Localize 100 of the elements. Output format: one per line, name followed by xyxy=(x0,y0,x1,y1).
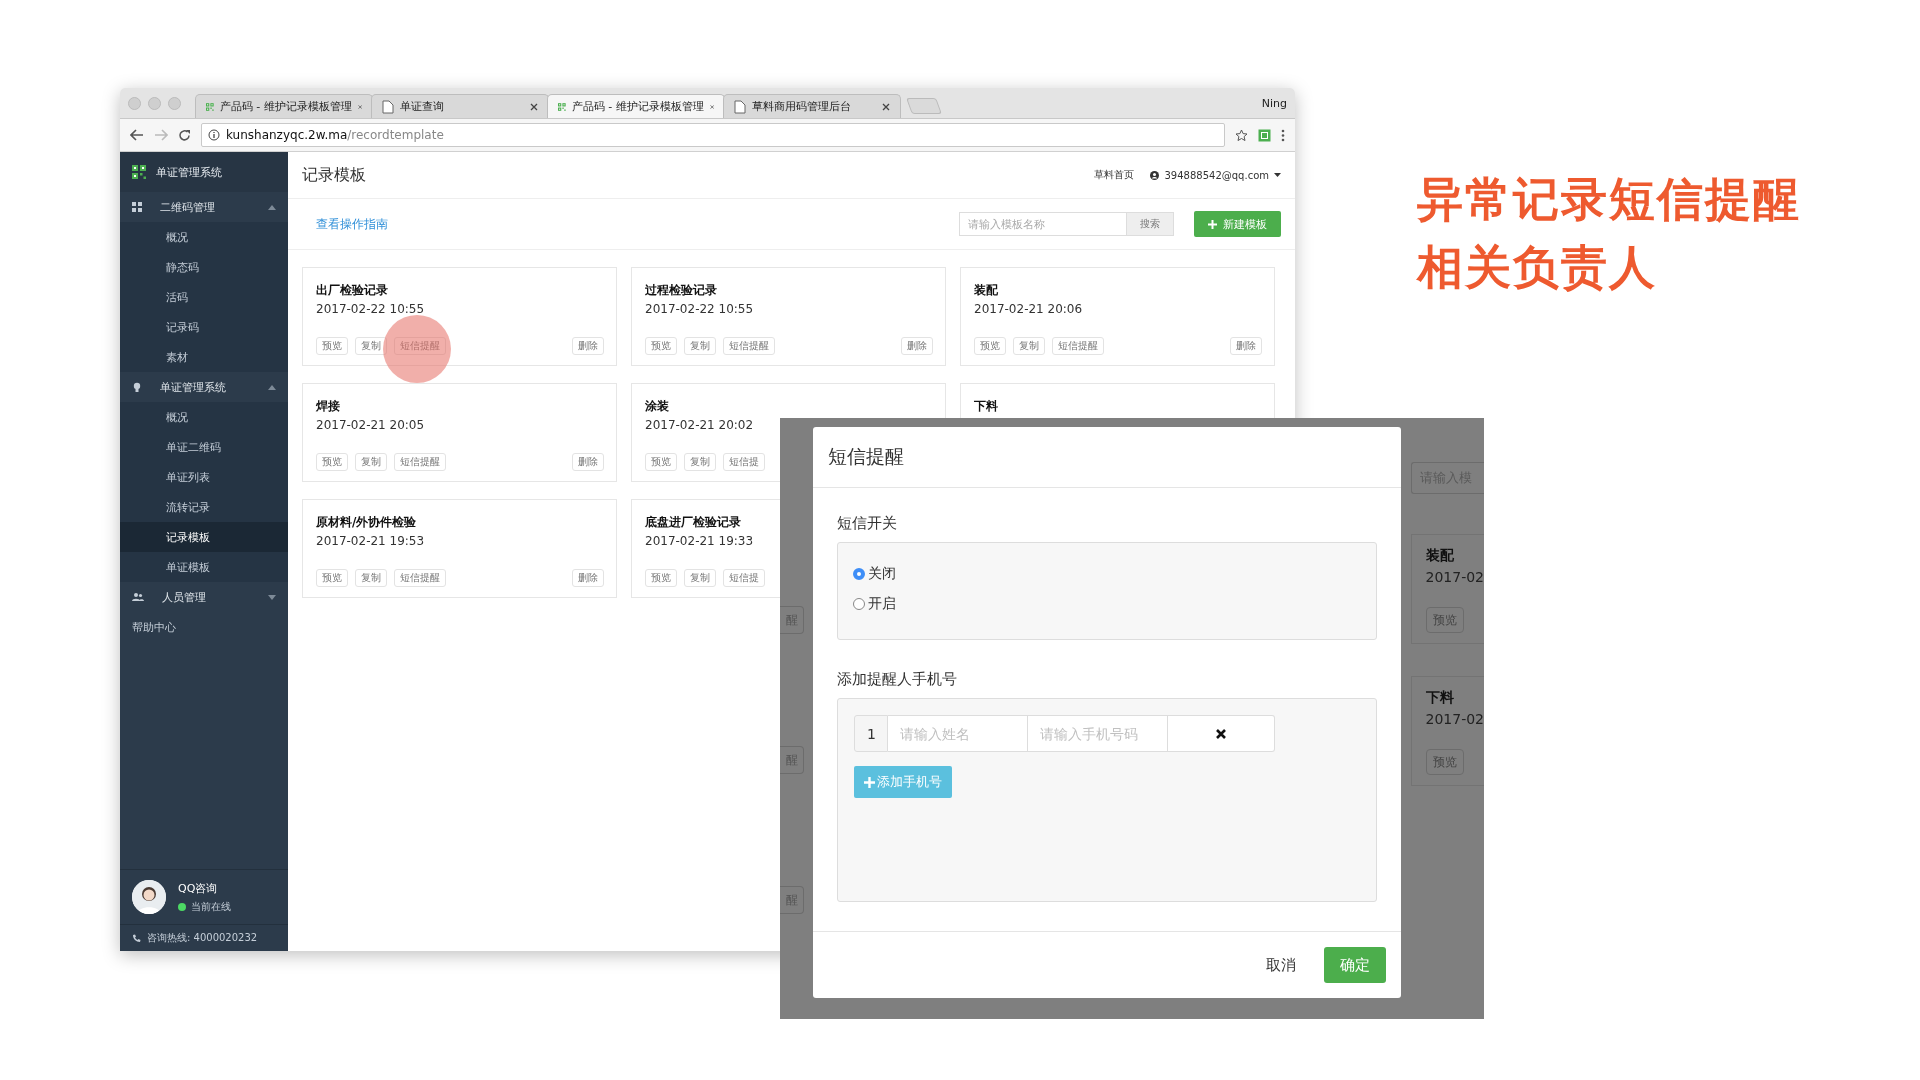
sidebar-item[interactable]: 记录模板 xyxy=(120,522,288,552)
sidebar-item[interactable]: 单证列表 xyxy=(120,462,288,492)
card-action-button[interactable]: 预览 xyxy=(645,569,677,587)
profile-name[interactable]: Ning xyxy=(1261,96,1287,110)
people-icon xyxy=(132,592,144,602)
card-action-button[interactable]: 预览 xyxy=(316,337,348,355)
card-date: 2017-02-21 19:53 xyxy=(316,534,425,548)
card-action-button[interactable]: 短信提醒 xyxy=(723,337,775,355)
card-action-button[interactable]: 短信提醒 xyxy=(394,569,446,587)
sidebar-group[interactable]: 二维码管理 xyxy=(120,192,288,222)
name-field[interactable]: 请输入姓名 xyxy=(888,715,1029,752)
card-title: 过程检验记录 xyxy=(645,282,717,299)
card-action-button[interactable]: 预览 xyxy=(316,453,348,471)
close-icon[interactable] xyxy=(882,102,890,111)
card-title: 焊接 xyxy=(316,398,340,415)
delete-button[interactable]: 删除 xyxy=(572,569,604,587)
card-action-button[interactable]: 短信提 xyxy=(723,453,765,471)
card-action-button[interactable]: 预览 xyxy=(974,337,1006,355)
caption-text: 异常记录短信提醒 xyxy=(1417,171,1801,228)
extension-icon[interactable] xyxy=(1258,128,1271,142)
card-date: 2017-02-21 20:05 xyxy=(316,418,425,432)
sidebar-item[interactable]: 概况 xyxy=(120,222,288,252)
card-title: 涂装 xyxy=(645,398,669,415)
card-title: 装配 xyxy=(974,282,998,299)
radio-option[interactable]: 关闭 xyxy=(853,565,1361,583)
info-icon xyxy=(208,129,220,141)
card-action-button[interactable]: 预览 xyxy=(645,453,677,471)
radio-button[interactable] xyxy=(853,598,866,610)
radio-button[interactable] xyxy=(853,568,866,580)
sidebar-item[interactable]: 单证模板 xyxy=(120,552,288,582)
support-name: QQ咨询 xyxy=(178,880,219,896)
phone-field[interactable]: 请输入手机号码 xyxy=(1028,715,1169,752)
star-icon[interactable] xyxy=(1235,128,1248,142)
delete-button[interactable]: 删除 xyxy=(1230,337,1262,355)
confirm-button[interactable]: 确定 xyxy=(1323,947,1386,983)
close-icon xyxy=(1215,727,1228,740)
card-date: 2017-02 xyxy=(1425,569,1484,585)
card-date: 2017-02-22 10:55 xyxy=(645,302,754,316)
brand-name: 单证管理系统 xyxy=(156,164,222,180)
browser-tab[interactable]: 单证查询 xyxy=(371,94,549,118)
forward-icon[interactable] xyxy=(154,129,168,141)
help-link[interactable]: 帮助中心 xyxy=(120,612,288,642)
qr-code-icon xyxy=(132,165,146,179)
plus-icon xyxy=(864,776,876,788)
account-menu[interactable]: 394888542@qq.com xyxy=(1164,169,1269,181)
sidebar-item[interactable]: 记录码 xyxy=(120,312,288,342)
close-icon[interactable] xyxy=(530,102,538,111)
sidebar-item[interactable]: 活码 xyxy=(120,282,288,312)
browser-tab[interactable]: 产品码 - 维护记录模板管理 xyxy=(195,94,373,118)
new-template-button[interactable]: 新建模板 xyxy=(1194,211,1281,237)
sidebar-item[interactable]: 流转记录 xyxy=(120,492,288,522)
close-icon[interactable] xyxy=(709,102,714,111)
card-date: 2017-02-22 10:55 xyxy=(316,302,425,316)
sidebar-group[interactable]: 人员管理 xyxy=(120,582,288,612)
page-icon xyxy=(382,99,394,114)
address-field[interactable]: kunshanzyqc.2w.ma/recordtemplate xyxy=(201,123,1225,147)
reload-icon[interactable] xyxy=(178,128,191,142)
search-field[interactable]: 请输入模板名称 xyxy=(959,212,1126,236)
card-action-button[interactable]: 短信提醒 xyxy=(394,453,446,471)
browser-tab[interactable]: 草料商用码管理后台 xyxy=(723,94,901,118)
card-action-button[interactable]: 复制 xyxy=(355,337,387,355)
lightbulb-icon xyxy=(132,381,142,393)
sidebar-group[interactable]: 单证管理系统 xyxy=(120,372,288,402)
radio-option[interactable]: 开启 xyxy=(853,595,1361,613)
guide-link[interactable]: 查看操作指南 xyxy=(316,215,388,233)
card-action-button[interactable]: 复制 xyxy=(684,337,716,355)
caret-icon[interactable] xyxy=(1274,173,1281,177)
card-date: 2017-02-21 20:06 xyxy=(974,302,1083,316)
card-action-button[interactable]: 复制 xyxy=(1013,337,1045,355)
user-icon xyxy=(1149,170,1159,180)
card-action-button[interactable]: 复制 xyxy=(684,569,716,587)
row-number: 1 xyxy=(854,715,889,752)
sidebar-item[interactable]: 静态码 xyxy=(120,252,288,282)
card-title: 原材料/外协件检验 xyxy=(316,514,417,531)
browser-tab[interactable]: 产品码 - 维护记录模板管理 xyxy=(547,94,725,118)
close-icon[interactable] xyxy=(357,102,362,111)
home-link[interactable]: 草料首页 xyxy=(1093,168,1134,182)
card-action-button[interactable]: 短信提 xyxy=(723,569,765,587)
card-action-button[interactable]: 复制 xyxy=(684,453,716,471)
caption-text: 相关负责人 xyxy=(1417,239,1658,296)
section-label: 短信开关 xyxy=(837,514,899,533)
page-title: 记录模板 xyxy=(302,164,366,186)
card-action-button[interactable]: 短信提醒 xyxy=(1052,337,1104,355)
card-action-button[interactable]: 复制 xyxy=(355,453,387,471)
delete-button[interactable]: 删除 xyxy=(901,337,933,355)
delete-button[interactable]: 删除 xyxy=(572,337,604,355)
card-action-button[interactable]: 复制 xyxy=(355,569,387,587)
avatar-icon xyxy=(132,880,166,914)
menu-icon[interactable] xyxy=(1281,128,1285,142)
card-date: 2017-02-21 19:33 xyxy=(645,534,754,548)
back-icon[interactable] xyxy=(130,129,144,141)
sidebar-item[interactable]: 单证二维码 xyxy=(120,432,288,462)
cancel-button[interactable]: 取消 xyxy=(1259,954,1302,976)
card-action-button[interactable]: 预览 xyxy=(316,569,348,587)
sidebar-item[interactable]: 概况 xyxy=(120,402,288,432)
card-action-button[interactable]: 预览 xyxy=(645,337,677,355)
phone-icon xyxy=(132,933,141,943)
sidebar-item[interactable]: 素材 xyxy=(120,342,288,372)
search-button[interactable]: 搜索 xyxy=(1126,212,1174,236)
delete-button[interactable]: 删除 xyxy=(572,453,604,471)
